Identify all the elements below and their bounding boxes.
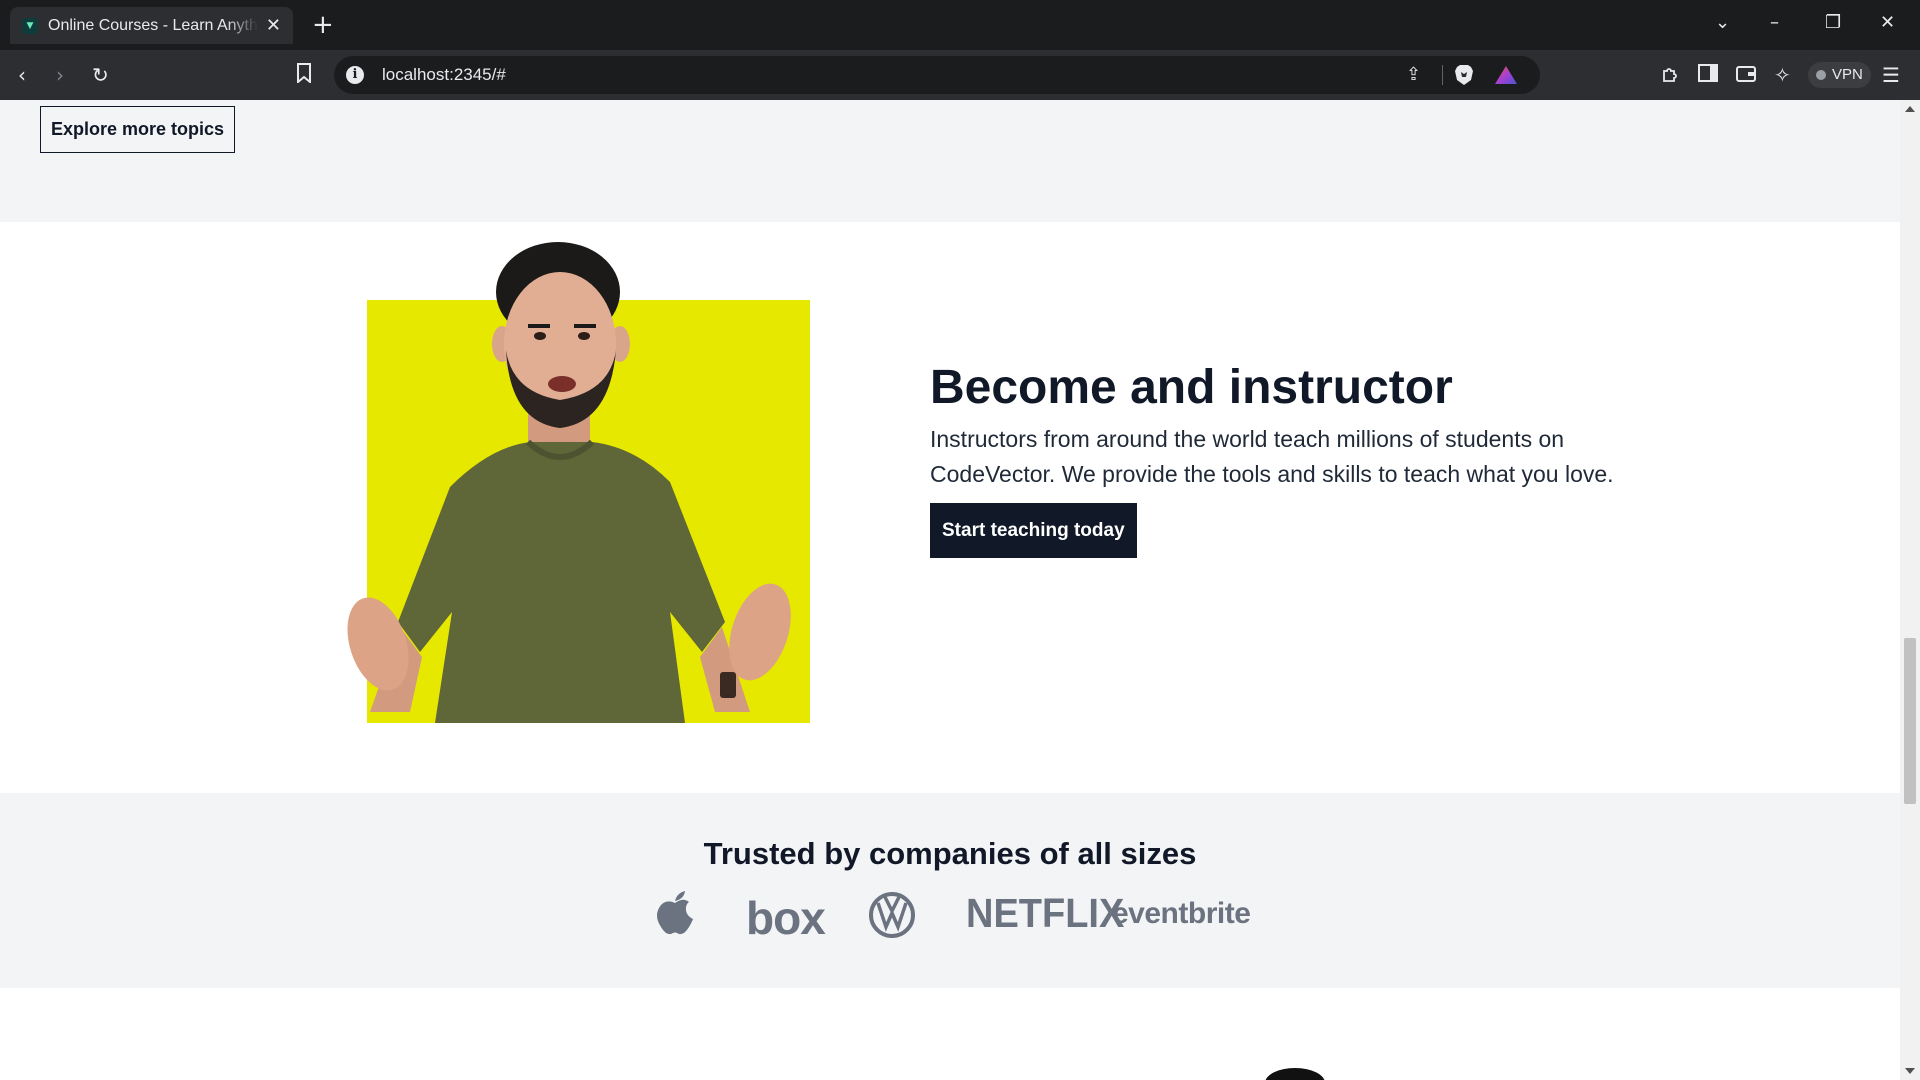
vpn-status-icon [1816, 70, 1826, 80]
forward-icon[interactable]: › [56, 63, 64, 87]
box-logo: box [746, 892, 826, 944]
tab-strip: ▼ Online Courses - Learn Anything ✕ + ⌄ … [0, 0, 1920, 50]
vpn-label: VPN [1832, 66, 1863, 83]
tab-title: Online Courses - Learn Anything [48, 16, 258, 34]
share-icon[interactable]: ⇪ [1406, 64, 1421, 85]
instructor-photo [347, 242, 791, 723]
next-section-image [1265, 1068, 1325, 1080]
trusted-heading: Trusted by companies of all sizes [703, 836, 1197, 871]
address-bar[interactable]: i localhost:2345/# ⇪ [334, 56, 1540, 94]
volkswagen-logo-icon [869, 892, 915, 938]
new-tab-icon[interactable]: + [312, 12, 334, 38]
brave-shields-icon[interactable] [1454, 64, 1474, 86]
become-instructor-section: Become and instructor Instructors from a… [0, 222, 1900, 793]
minimize-icon[interactable]: – [1770, 12, 1779, 33]
apple-logo-icon [657, 891, 693, 935]
page-scrollbar[interactable] [1900, 100, 1920, 1080]
url-text[interactable]: localhost:2345/# [382, 65, 506, 85]
tab-search-chevron-icon[interactable]: ⌄ [1715, 12, 1730, 33]
eventbrite-logo: eventbrite [1112, 897, 1251, 930]
brave-rewards-icon[interactable] [1494, 65, 1518, 85]
company-logos: box NETFLIX eventbrite [0, 891, 1900, 953]
bookmark-icon[interactable] [296, 63, 312, 88]
window-close-icon[interactable]: ✕ [1880, 12, 1895, 33]
back-icon[interactable]: ‹ [18, 63, 26, 87]
trusted-companies-section: Trusted by companies of all sizes box NE… [0, 793, 1900, 988]
extensions-icon[interactable] [1660, 63, 1682, 90]
topics-section: Explore more topics [0, 100, 1900, 222]
instructor-description: Instructors from around the world teach … [930, 426, 1614, 487]
next-section [0, 988, 1900, 1080]
vpn-button[interactable]: VPN [1808, 62, 1871, 88]
netflix-logo: NETFLIX [966, 891, 1125, 937]
reload-icon[interactable]: ↻ [92, 63, 109, 87]
explore-more-topics-button[interactable]: Explore more topics [40, 106, 236, 153]
urlbar-divider [1442, 65, 1443, 85]
sidebar-icon[interactable] [1698, 63, 1718, 87]
start-teaching-button[interactable]: Start teaching today [930, 503, 1137, 558]
instructor-heading: Become and instructor [930, 361, 1453, 414]
scroll-up-icon[interactable] [1905, 106, 1915, 112]
scrollbar-thumb[interactable] [1904, 638, 1916, 804]
restore-icon[interactable]: ❐ [1825, 12, 1841, 33]
scroll-down-icon[interactable] [1905, 1068, 1915, 1074]
browser-tab-active[interactable]: ▼ Online Courses - Learn Anything ✕ [10, 7, 293, 44]
leo-ai-icon[interactable]: ✧ [1774, 63, 1791, 87]
page-viewport: Explore more topics Become and instructo… [0, 100, 1900, 1080]
site-info-icon[interactable]: i [346, 66, 364, 84]
tab-close-icon[interactable]: ✕ [266, 15, 281, 36]
site-favicon-icon: ▼ [22, 17, 38, 34]
wallet-icon[interactable] [1736, 63, 1756, 87]
menu-icon[interactable]: ☰ [1882, 63, 1900, 87]
